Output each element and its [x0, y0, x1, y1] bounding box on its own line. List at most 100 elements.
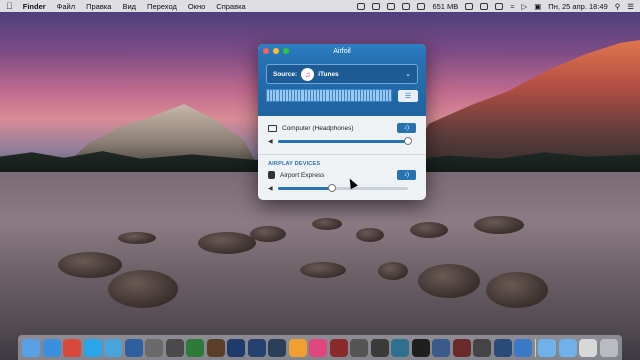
chrome-icon[interactable]: [63, 338, 82, 357]
source-label: Source:: [273, 70, 298, 78]
status-icon[interactable]: [357, 2, 366, 10]
menu-view[interactable]: Вид: [122, 2, 136, 11]
status-icon[interactable]: [402, 2, 411, 10]
app-icon[interactable]: [186, 338, 205, 357]
wallpaper-rock: [378, 262, 408, 280]
status-icon[interactable]: [417, 2, 426, 10]
photoshop-icon[interactable]: [247, 338, 266, 357]
trash-icon[interactable]: [599, 338, 618, 357]
chevron-down-icon: ⌄: [405, 71, 411, 78]
wallpaper-mountain-right: [400, 40, 640, 175]
local-volume-fill: [277, 139, 408, 143]
volume-status-icon[interactable]: ▷: [521, 2, 527, 11]
telegram-icon[interactable]: [104, 338, 123, 357]
wallpaper-rock: [250, 226, 286, 242]
wallpaper-rock: [410, 222, 448, 238]
airplay-section-heading: AIRPLAY DEVICES: [268, 161, 321, 167]
app-icon[interactable]: [145, 338, 164, 357]
equalizer-button[interactable]: ☰: [398, 89, 418, 102]
status-icon[interactable]: [372, 2, 381, 10]
speaker-icon: [268, 171, 275, 179]
wallpaper-rock: [58, 252, 122, 278]
status-icon[interactable]: [495, 2, 504, 10]
status-area: 651 MB ≈ ▷ ▣ Пн, 25 апр. 18:49 ⚲ ☰: [357, 2, 634, 11]
photoshop-icon[interactable]: [227, 338, 246, 357]
menu-file[interactable]: Файл: [57, 2, 75, 11]
airplay-volume-row: ◀: [268, 181, 416, 195]
app-icon[interactable]: [411, 338, 430, 357]
wallpaper-rock: [474, 216, 524, 234]
audio-level-meter: [266, 89, 392, 102]
local-volume-slider[interactable]: [277, 136, 412, 145]
wifi-icon[interactable]: ≈: [510, 2, 514, 11]
clock[interactable]: Пн, 25 апр. 18:49: [548, 2, 607, 11]
lightroom-icon[interactable]: [268, 338, 287, 357]
airplay-transmit-toggle[interactable]: ♪): [397, 170, 416, 180]
memory-readout[interactable]: 651 MB: [432, 2, 458, 11]
app-icon[interactable]: [473, 338, 492, 357]
menu-app-name[interactable]: Finder: [23, 2, 46, 11]
local-transmit-toggle[interactable]: ♪): [397, 123, 416, 133]
source-selector[interactable]: Source: ♫ iTunes ⌄: [266, 64, 418, 84]
airplay-volume-knob[interactable]: [328, 183, 337, 192]
app-icon[interactable]: [206, 338, 225, 357]
volume-icon: ◀: [268, 138, 273, 145]
itunes-icon: ♫: [301, 67, 315, 81]
wallpaper-rock: [356, 228, 384, 242]
local-volume-row: ◀: [268, 134, 416, 148]
wallpaper-rock: [108, 270, 178, 308]
app-icon[interactable]: [493, 338, 512, 357]
volume-icon: ◀: [268, 185, 273, 192]
skype-icon[interactable]: [83, 338, 102, 357]
itunes-icon[interactable]: [309, 338, 328, 357]
wallpaper-rock: [198, 232, 256, 254]
airplay-device-row: Airport Express ♪): [268, 169, 416, 181]
app-icon[interactable]: [370, 338, 389, 357]
dock: [18, 335, 622, 360]
menu-bar:  Finder Файл Правка Вид Переход Окно Сп…: [0, 0, 640, 12]
app-icon[interactable]: [350, 338, 369, 357]
app-icon[interactable]: [329, 338, 348, 357]
document-icon[interactable]: [579, 338, 598, 357]
finder-icon[interactable]: [22, 338, 40, 357]
local-volume-knob[interactable]: [404, 136, 412, 145]
wallpaper-rock: [312, 218, 342, 230]
airplay-device: Airport Express ♪) ◀: [258, 169, 426, 195]
airplay-volume-slider[interactable]: [277, 183, 408, 192]
input-source-icon[interactable]: ▣: [534, 2, 541, 11]
status-icon[interactable]: [465, 2, 474, 10]
dock-separator: [534, 338, 536, 357]
wallpaper-rock: [300, 262, 346, 278]
window-title: Airfoil: [333, 47, 351, 55]
apple-menu-icon[interactable]: : [6, 1, 13, 11]
menu-go[interactable]: Переход: [147, 2, 177, 11]
safari-icon[interactable]: [42, 338, 61, 357]
airfoil-window: Airfoil Source: ♫ iTunes ⌄ ☰ Computer (H…: [258, 44, 426, 200]
app-icon[interactable]: [432, 338, 451, 357]
folder-icon[interactable]: [558, 338, 577, 357]
menu-edit[interactable]: Правка: [86, 2, 111, 11]
app-icon[interactable]: [514, 338, 533, 357]
window-titlebar[interactable]: Airfoil: [258, 44, 426, 58]
wallpaper-rock: [418, 264, 480, 298]
local-device-name: Computer (Headphones): [282, 124, 354, 132]
folder-icon[interactable]: [538, 338, 557, 357]
app-icon[interactable]: [391, 338, 410, 357]
local-device-row: Computer (Headphones) ♪): [268, 122, 416, 134]
source-name: iTunes: [318, 70, 339, 78]
photos-icon[interactable]: [288, 338, 307, 357]
app-icon[interactable]: [165, 338, 184, 357]
app-icon[interactable]: [452, 338, 471, 357]
menu-help[interactable]: Справка: [216, 2, 245, 11]
app-icon[interactable]: [124, 338, 143, 357]
airplay-volume-fill: [277, 186, 333, 190]
wallpaper-rock: [486, 272, 548, 308]
computer-icon: [268, 124, 277, 132]
notification-center-icon[interactable]: ☰: [627, 2, 634, 11]
status-icon[interactable]: [387, 2, 396, 10]
search-icon[interactable]: ⚲: [615, 2, 621, 11]
menu-window[interactable]: Окно: [188, 2, 205, 11]
level-meter-row: ☰: [266, 89, 418, 102]
local-device: Computer (Headphones) ♪) ◀: [258, 116, 426, 148]
status-icon[interactable]: [480, 2, 489, 10]
